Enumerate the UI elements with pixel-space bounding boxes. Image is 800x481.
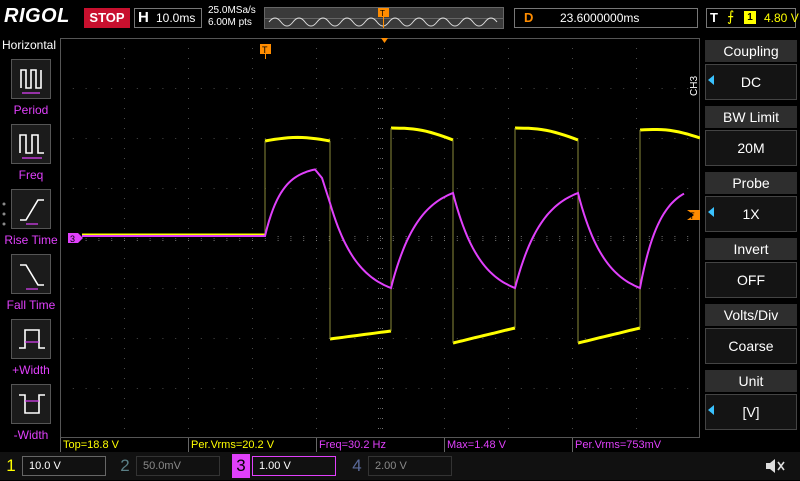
negative-width-icon <box>11 384 51 424</box>
channel-3-number: 3 <box>232 454 250 478</box>
brand-logo: RIGOL <box>4 5 70 27</box>
channel-2-status[interactable]: 2 50.0mV <box>116 454 224 478</box>
channel-4-scale: 2.00 V <box>368 456 452 476</box>
trigger-level-label: T <box>689 211 695 221</box>
ch3-offset-label: 3 <box>70 234 75 244</box>
trigger-level: 4.80 V <box>764 11 799 25</box>
menu-volts-div-value: Coarse <box>705 328 797 364</box>
channel-3-scale: 1.00 V <box>252 456 336 476</box>
rise-time-icon <box>11 189 51 229</box>
measure-negative-width[interactable]: -Width <box>2 384 60 448</box>
measure-fall-time-label: Fall Time <box>6 298 56 312</box>
menu-probe-title: Probe <box>705 172 797 194</box>
channel-2-number: 2 <box>120 456 130 475</box>
timebase-letter: H <box>138 9 149 26</box>
menu-volts-div-title: Volts/Div <box>705 304 797 326</box>
menu-bw-limit-value: 20M <box>705 130 797 166</box>
waveform-display[interactable]: T 3 T <box>60 38 700 438</box>
menu-invert[interactable]: Invert OFF <box>705 238 797 300</box>
menu-invert-value: OFF <box>705 262 797 298</box>
rising-edge-icon: ⨍ <box>727 8 735 24</box>
measure-negative-width-label: -Width <box>13 428 49 442</box>
measurement-vrms-ch1[interactable]: Per.Vrms=20.2 V <box>188 438 316 452</box>
menu-unit-value: [V] <box>705 394 797 430</box>
channel-2-scale: 50.0mV <box>136 456 220 476</box>
run-stop-indicator[interactable]: STOP <box>84 8 130 28</box>
delay-value: 23.6000000ms <box>560 11 640 25</box>
menu-volts-div[interactable]: Volts/Div Coarse <box>705 304 797 366</box>
channel-4-number: 4 <box>352 456 362 475</box>
menu-invert-title: Invert <box>705 238 797 260</box>
menu-channel-tag: CH3 <box>689 75 700 96</box>
delay-letter: D <box>524 10 534 25</box>
speaker-mute-icon[interactable] <box>764 456 786 481</box>
trigger-letter: T <box>710 10 718 25</box>
memory-trigger-marker: T <box>380 9 385 18</box>
fall-time-icon <box>11 254 51 294</box>
measure-fall-time[interactable]: Fall Time <box>2 254 60 318</box>
trigger-level-marker[interactable]: T <box>687 210 700 221</box>
left-arrow-icon <box>708 75 714 85</box>
menu-bw-limit[interactable]: BW Limit 20M <box>705 106 797 168</box>
menu-unit[interactable]: Unit [V] <box>705 370 797 432</box>
positive-width-icon <box>11 319 51 359</box>
measurement-freq[interactable]: Freq=30.2 Hz <box>316 438 444 452</box>
menu-coupling[interactable]: Coupling DC <box>705 40 797 102</box>
channel-1-status[interactable]: 1 10.0 V <box>2 454 110 478</box>
memory-overview-bar[interactable]: T <box>264 7 504 29</box>
left-arrow-icon <box>708 207 714 217</box>
measure-freq-label: Freq <box>18 168 44 182</box>
measure-period[interactable]: Period <box>2 59 60 123</box>
menu-probe[interactable]: Probe 1X <box>705 172 797 234</box>
timebase-value: 10.0ms <box>156 11 196 25</box>
menu-coupling-value: DC <box>705 64 797 100</box>
measure-rise-time-label: Rise Time <box>4 233 58 247</box>
memory-depth: 6.00M pts <box>208 17 252 28</box>
measurement-vrms-ch3[interactable]: Per.Vrms=753mV <box>572 438 700 452</box>
sidebar-scroll-indicator[interactable] <box>2 200 6 230</box>
menu-unit-title: Unit <box>705 370 797 392</box>
freq-icon <box>11 124 51 164</box>
measure-positive-width-label: +Width <box>12 363 50 377</box>
left-arrow-icon <box>708 405 714 415</box>
measure-freq[interactable]: Freq <box>2 124 60 188</box>
measurement-top[interactable]: Top=18.8 V <box>60 438 188 452</box>
menu-probe-value: 1X <box>705 196 797 232</box>
measurement-max[interactable]: Max=1.48 V <box>444 438 572 452</box>
memory-waveform-icon: T <box>265 8 503 28</box>
channel-4-status[interactable]: 4 2.00 V <box>348 454 456 478</box>
menu-bw-limit-title: BW Limit <box>705 106 797 128</box>
menu-coupling-title: Coupling <box>705 40 797 62</box>
period-icon <box>11 59 51 99</box>
measure-period-label: Period <box>13 103 49 117</box>
sidebar-title: Horizontal <box>2 38 57 52</box>
channel-3-status[interactable]: 3 1.00 V <box>232 454 340 478</box>
channel-1-scale: 10.0 V <box>22 456 106 476</box>
trigger-source-badge: 1 <box>744 11 756 24</box>
trigger-position-label: T <box>262 45 268 55</box>
channel-1-number: 1 <box>6 456 16 475</box>
sample-rate: 25.0MSa/s <box>208 5 256 16</box>
measure-positive-width[interactable]: +Width <box>2 319 60 383</box>
measure-rise-time[interactable]: Rise Time <box>2 189 60 253</box>
